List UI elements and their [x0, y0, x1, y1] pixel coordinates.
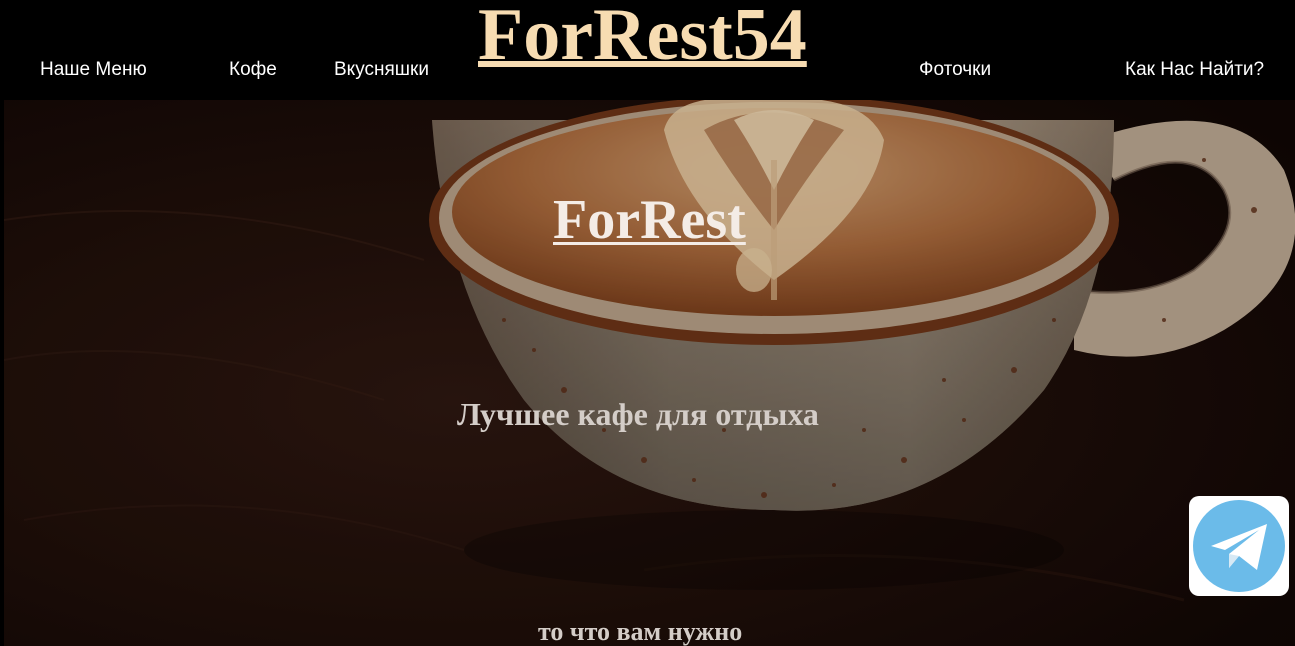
nav-link-coffee[interactable]: Кофе — [229, 58, 277, 82]
site-logo[interactable]: ForRest54 — [478, 0, 807, 75]
site-header: Наше Меню Кофе Вкусняшки ForRest54 Фоточ… — [0, 0, 1295, 100]
nav-link-menu[interactable]: Наше Меню — [40, 58, 147, 82]
telegram-icon — [1193, 500, 1285, 592]
nav-link-photos[interactable]: Фоточки — [919, 58, 991, 82]
nav-link-snacks[interactable]: Вкусняшки — [334, 58, 429, 82]
hero-title-link[interactable]: ForRest — [553, 188, 746, 252]
nav-link-find-us[interactable]: Как Нас Найти? — [1125, 58, 1264, 82]
hero-tagline: Лучшее кафе для отдыха — [457, 396, 819, 432]
hero-background-photo — [4, 100, 1295, 646]
hero-section: ForRest Лучшее кафе для отдыха то что ва… — [4, 100, 1295, 646]
hero-subtitle: то что вам нужно — [538, 617, 743, 646]
telegram-button[interactable] — [1189, 496, 1289, 596]
page: Наше Меню Кофе Вкусняшки ForRest54 Фоточ… — [0, 0, 1295, 646]
